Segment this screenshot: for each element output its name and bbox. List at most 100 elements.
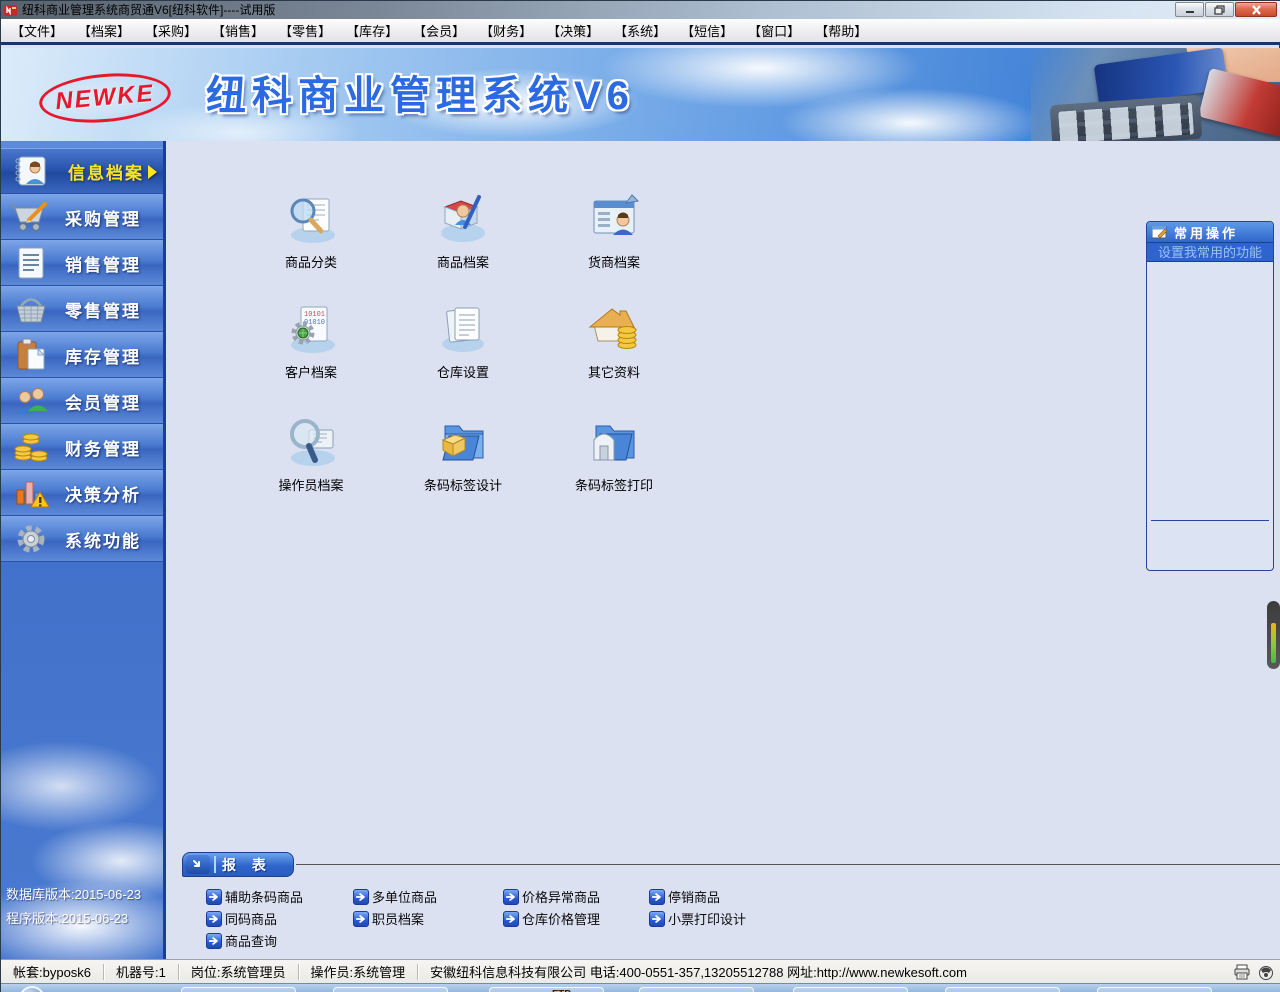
close-button[interactable] (1235, 2, 1277, 17)
report-link-staff-archive[interactable]: 职员档案 (353, 909, 424, 928)
menu-file[interactable]: 【文件】 (11, 21, 63, 40)
printer-icon[interactable] (1233, 964, 1251, 980)
svg-text:10101: 10101 (304, 311, 325, 319)
feature-label: 操作员档案 (236, 475, 386, 494)
edit-window-icon (1152, 226, 1168, 239)
sidebar-item-info-archive[interactable]: 信息档案 (1, 148, 163, 194)
menu-window[interactable]: 【窗口】 (748, 21, 800, 40)
taskbar-button[interactable] (945, 987, 1060, 992)
menu-sms[interactable]: 【短信】 (681, 21, 733, 40)
feature-product-category[interactable]: 商品分类 (236, 193, 386, 271)
sidebar-item-label: 销售管理 (51, 251, 155, 276)
sidebar-item-label: 系统功能 (51, 527, 155, 552)
sidebar-item-retail[interactable]: 零售管理 (1, 286, 163, 332)
report-link-label: 同码商品 (225, 909, 277, 928)
report-link-price-abnormal[interactable]: 价格异常商品 (503, 887, 600, 906)
sidebar-item-label: 财务管理 (51, 435, 155, 460)
status-bar: 帐套:byposk6 机器号:1 岗位:系统管理员 操作员:系统管理 安徽纽科信… (1, 959, 1280, 983)
scroll-slider[interactable] (1267, 601, 1280, 669)
set-common-functions-link[interactable]: 设置我常用的功能 (1147, 243, 1273, 262)
db-version: 数据库版本:2015-06-23 (6, 883, 141, 907)
feature-label: 条码标签打印 (539, 475, 689, 494)
report-link-aux-barcode[interactable]: 辅助条码商品 (206, 887, 303, 906)
arrow-right-icon (503, 911, 519, 927)
report-link-multi-unit[interactable]: 多单位商品 (353, 887, 437, 906)
reports-divider (296, 864, 1280, 865)
banner-photo (1031, 48, 1280, 141)
report-link-same-code[interactable]: 同码商品 (206, 909, 277, 928)
restore-button[interactable] (1205, 2, 1234, 17)
purchase-cart-icon (11, 200, 51, 234)
window-title: 纽科商业管理系统商贸通V6[纽科软件]----试用版 (22, 1, 275, 19)
report-link-receipt-design[interactable]: 小票打印设计 (649, 909, 746, 928)
panel-divider (1151, 520, 1269, 521)
taskbar-button[interactable] (1097, 987, 1212, 992)
report-link-label: 辅助条码商品 (225, 887, 303, 906)
feature-label: 客户档案 (236, 362, 386, 381)
separator (214, 856, 216, 873)
minimize-icon (1185, 5, 1195, 14)
reports-arrow-icon (186, 855, 210, 874)
sales-document-icon (11, 246, 51, 280)
menu-purchase[interactable]: 【采购】 (145, 21, 197, 40)
sidebar-item-system[interactable]: 系统功能 (1, 516, 163, 562)
reports-title: 报 表 (222, 855, 272, 875)
sidebar-item-sales[interactable]: 销售管理 (1, 240, 163, 286)
phone-icon[interactable] (1257, 964, 1275, 980)
arrow-right-icon (503, 889, 519, 905)
sidebar-item-members[interactable]: 会员管理 (1, 378, 163, 424)
menu-finance[interactable]: 【财务】 (480, 21, 532, 40)
sidebar-item-finance[interactable]: 财务管理 (1, 424, 163, 470)
sidebar-item-analysis[interactable]: 决策分析 (1, 470, 163, 516)
feature-barcode-label-print[interactable]: 条码标签打印 (539, 416, 689, 494)
sidebar-item-inventory[interactable]: 库存管理 (1, 332, 163, 378)
feature-warehouse-settings[interactable]: 仓库设置 (388, 303, 538, 381)
quick-panel-title: 常用操作 (1174, 223, 1238, 242)
close-icon (1251, 5, 1262, 15)
menu-decision[interactable]: 【决策】 (547, 21, 599, 40)
menu-retail[interactable]: 【零售】 (279, 21, 331, 40)
sidebar-item-purchase[interactable]: 采购管理 (1, 194, 163, 240)
report-link-warehouse-price[interactable]: 仓库价格管理 (503, 909, 600, 928)
taskbar-button[interactable]: FTP (489, 987, 604, 992)
quick-operations-panel: 常用操作 设置我常用的功能 (1146, 221, 1274, 571)
start-orb-icon[interactable] (19, 986, 45, 992)
taskbar-button[interactable] (793, 987, 908, 992)
report-link-label: 停销商品 (668, 887, 720, 906)
sidebar-navigation: 信息档案 采购管理 销售管理 (1, 141, 166, 959)
sidebar-item-label: 库存管理 (51, 343, 155, 368)
feature-customer-archive[interactable]: 10101 01010 客户档案 (236, 303, 386, 381)
report-link-label: 多单位商品 (372, 887, 437, 906)
quick-panel-header: 常用操作 (1147, 222, 1273, 243)
menu-inventory[interactable]: 【库存】 (346, 21, 398, 40)
arrow-right-icon (206, 889, 222, 905)
report-link-discontinued[interactable]: 停销商品 (649, 887, 720, 906)
sidebar-item-label: 决策分析 (51, 481, 155, 506)
reports-tab[interactable]: 报 表 (182, 852, 294, 877)
title-bar: 纽科商业管理系统商贸通V6[纽科软件]----试用版 (1, 1, 1280, 19)
feature-supplier-archive[interactable]: 货商档案 (539, 193, 689, 271)
feature-operator-archive[interactable]: 操作员档案 (236, 416, 386, 494)
feature-product-archive[interactable]: 商品档案 (388, 193, 538, 271)
analysis-chart-icon (11, 476, 51, 510)
menu-sales[interactable]: 【销售】 (212, 21, 264, 40)
system-title: 纽科商业管理系统V6 (206, 63, 635, 121)
menu-members[interactable]: 【会员】 (413, 21, 465, 40)
taskbar-button[interactable] (333, 987, 448, 992)
arrow-right-icon (206, 933, 222, 949)
customer-archive-icon: 10101 01010 (283, 303, 339, 355)
app-version: 程序版本:2015-06-23 (6, 907, 141, 931)
menu-archive[interactable]: 【档案】 (78, 21, 130, 40)
menu-system[interactable]: 【系统】 (614, 21, 666, 40)
minimize-button[interactable] (1175, 2, 1204, 17)
windows-taskbar: FTP (1, 983, 1280, 992)
taskbar-button[interactable] (181, 987, 296, 992)
supplier-archive-icon (586, 193, 642, 245)
header-banner: NEWKE 纽科商业管理系统V6 总部版本 系统管理 下午好！今天是:2015年… (1, 48, 1280, 141)
menu-help[interactable]: 【帮助】 (815, 21, 867, 40)
report-link-product-query[interactable]: 商品查询 (206, 931, 277, 950)
taskbar-button[interactable] (639, 987, 754, 992)
operator-archive-icon (283, 416, 339, 468)
feature-barcode-label-design[interactable]: 条码标签设计 (388, 416, 538, 494)
feature-other-data[interactable]: 其它资料 (539, 303, 689, 381)
